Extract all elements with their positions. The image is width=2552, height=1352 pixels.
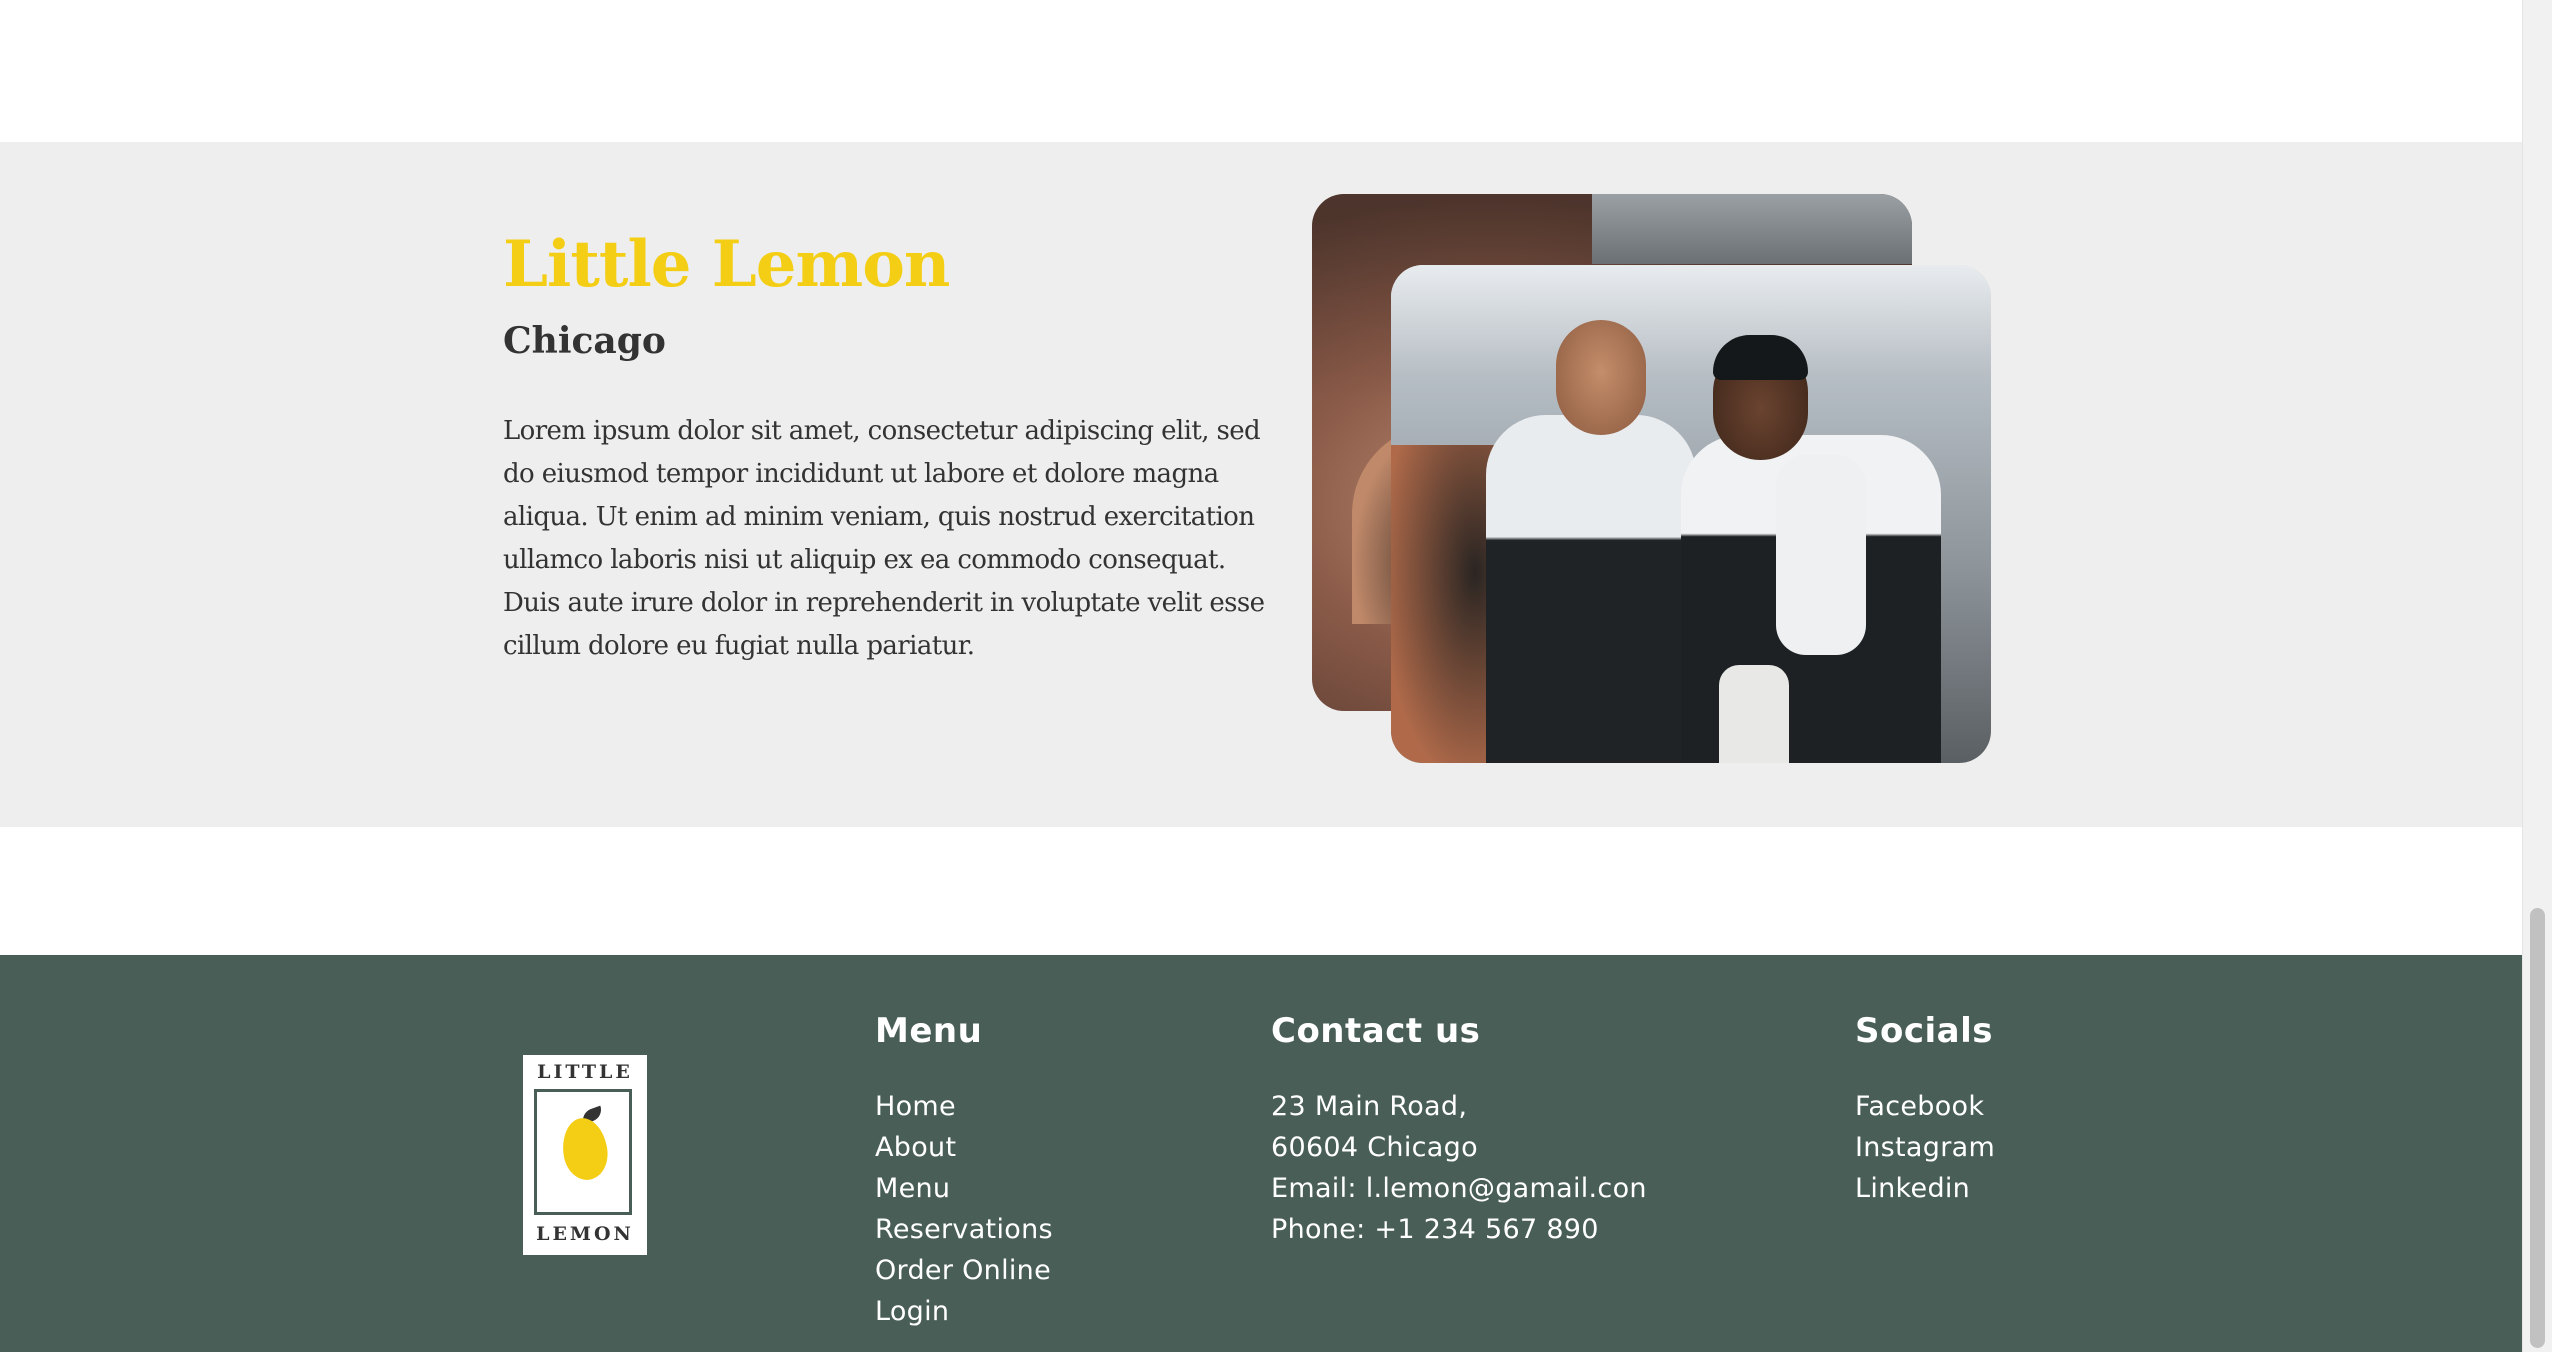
social-link-facebook[interactable]: Facebook xyxy=(1855,1086,1995,1127)
footer-link-about[interactable]: About xyxy=(875,1127,1053,1168)
about-subtitle: Chicago xyxy=(503,320,666,362)
towel xyxy=(1776,455,1866,655)
social-link-instagram[interactable]: Instagram xyxy=(1855,1127,1995,1168)
footer-link-order-online[interactable]: Order Online xyxy=(875,1250,1053,1291)
footer-socials-list: Facebook Instagram Linkedin xyxy=(1855,1086,1995,1209)
about-section: Little Lemon Chicago Lorem ipsum dolor s… xyxy=(0,142,2522,827)
footer-link-home[interactable]: Home xyxy=(875,1086,1053,1127)
footer-contact-title: Contact us xyxy=(1271,1011,1481,1051)
site-footer: LITTLE LEMON Menu Home About Menu Reserv… xyxy=(0,955,2522,1352)
contact-phone[interactable]: Phone: +1 234 567 890 xyxy=(1271,1209,1647,1250)
footer-menu-list: Home About Menu Reservations Order Onlin… xyxy=(875,1086,1053,1332)
footer-link-login[interactable]: Login xyxy=(875,1291,1053,1332)
footer-link-menu[interactable]: Menu xyxy=(875,1168,1053,1209)
logo-text-bottom: LEMON xyxy=(536,1223,634,1245)
chef-left-head xyxy=(1556,320,1646,435)
footer-socials-title: Socials xyxy=(1855,1011,1993,1051)
kitchen-hood xyxy=(1391,265,1991,375)
contact-email[interactable]: Email: l.lemon@gamail.con xyxy=(1271,1168,1647,1209)
social-link-linkedin[interactable]: Linkedin xyxy=(1855,1168,1995,1209)
page-scrollbar[interactable] xyxy=(2522,0,2552,1352)
squeeze-bottle xyxy=(1719,665,1789,763)
scrollbar-thumb[interactable] xyxy=(2530,908,2545,1348)
footer-menu-title: Menu xyxy=(875,1011,983,1051)
logo-text-top: LITTLE xyxy=(537,1061,633,1083)
about-description: Lorem ipsum dolor sit amet, consectetur … xyxy=(503,416,1265,661)
footer-contact-list: 23 Main Road, 60604 Chicago Email: l.lem… xyxy=(1271,1086,1647,1250)
chefs-photo xyxy=(1391,265,1991,763)
lemon-logo-icon[interactable]: LITTLE LEMON xyxy=(523,1055,647,1255)
about-title: Little Lemon xyxy=(503,227,950,302)
page-viewport: Little Lemon Chicago Lorem ipsum dolor s… xyxy=(0,0,2522,1352)
footer-link-reservations[interactable]: Reservations xyxy=(875,1209,1053,1250)
ceiling-duct xyxy=(1592,194,1912,264)
chef-cap xyxy=(1713,335,1808,380)
contact-address-line2: 60604 Chicago xyxy=(1271,1132,1478,1163)
contact-address-line1: 23 Main Road, xyxy=(1271,1091,1468,1122)
chef-left xyxy=(1486,415,1696,763)
